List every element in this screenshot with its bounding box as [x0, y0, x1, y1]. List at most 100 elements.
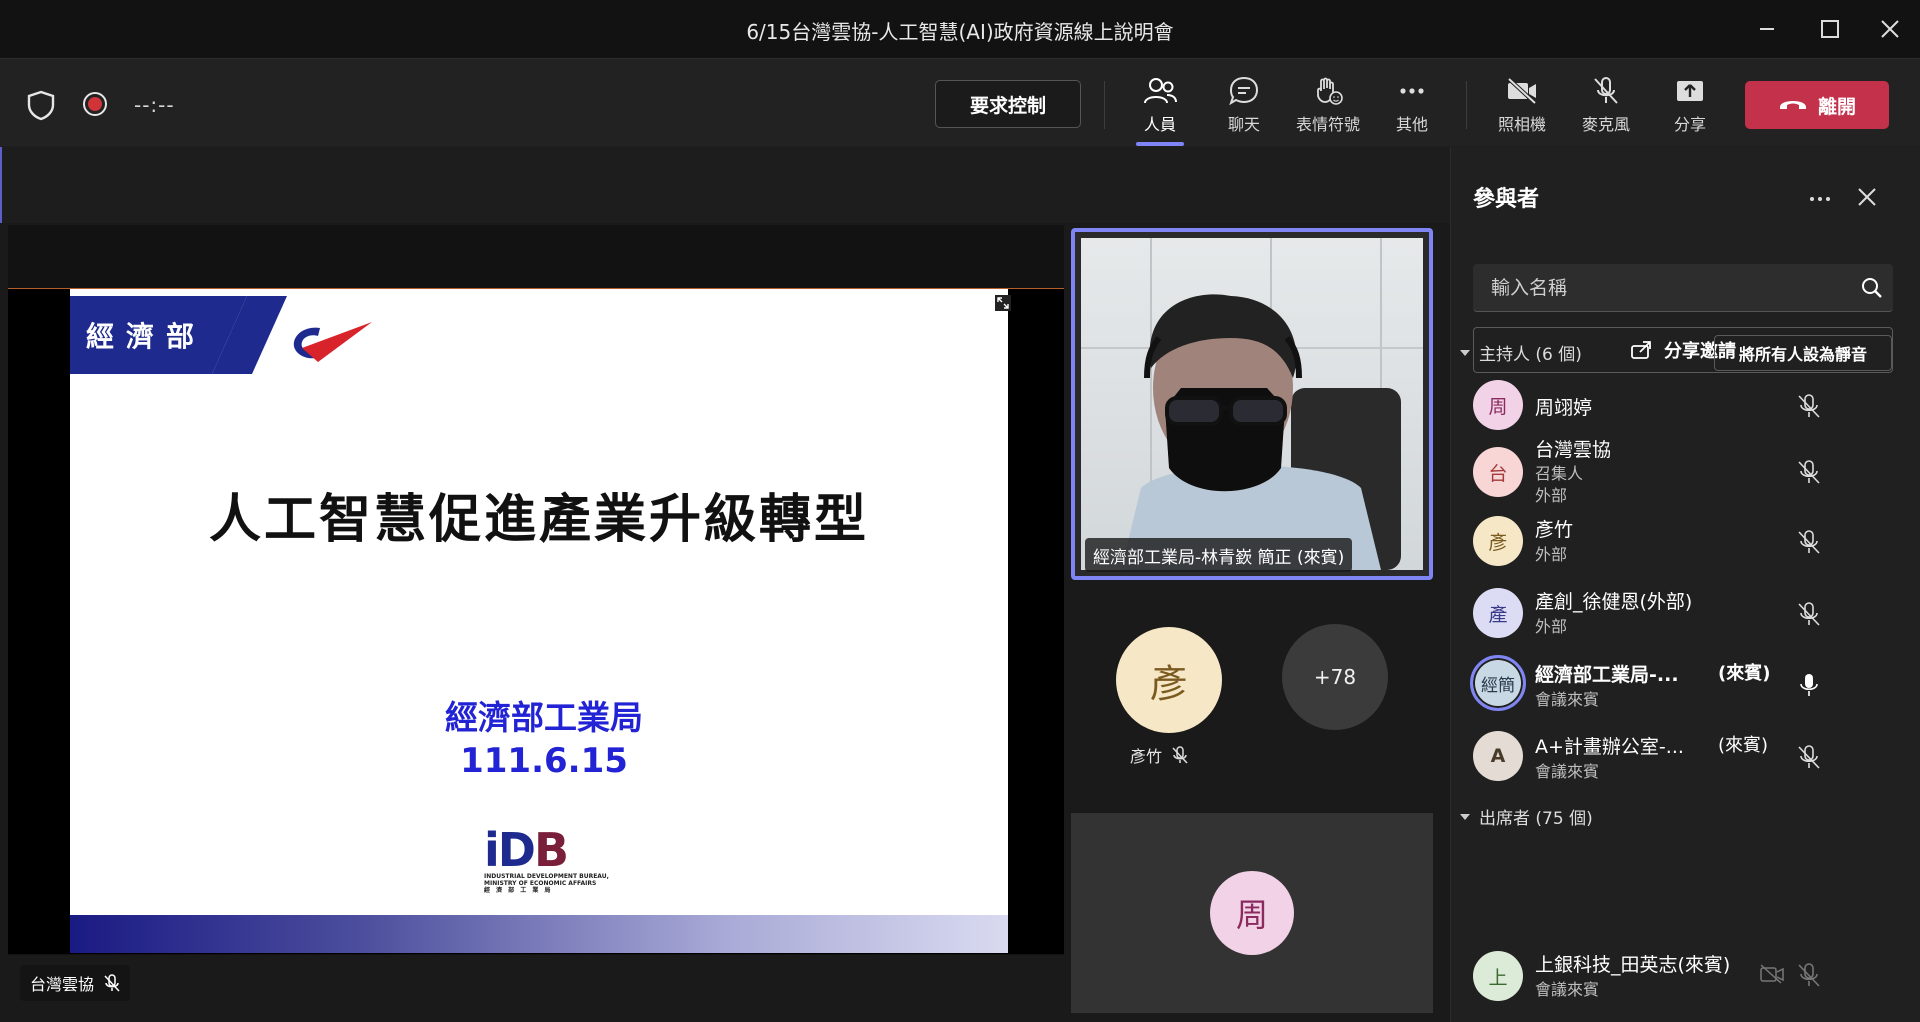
mic-off-icon	[1798, 530, 1820, 554]
leave-label: 離開	[1817, 95, 1856, 118]
participant-name: A+計畫辦公室-...	[1535, 736, 1684, 758]
minimize-icon	[1760, 28, 1774, 30]
attendees-section-header[interactable]: 出席者 (75 個)	[1459, 804, 1593, 829]
window-title: 6/15台灣雲協-人工智慧(AI)政府資源線上說明會	[746, 20, 1174, 44]
participant-row[interactable]: A A+計畫辦公室-... (來賓) 會議來賓	[1451, 724, 1920, 788]
chevron-down-icon	[1460, 349, 1470, 356]
avatar: 產	[1473, 588, 1523, 638]
close-icon	[1881, 20, 1899, 38]
participant-name: 台灣雲協	[1535, 439, 1612, 461]
leave-button[interactable]: 離開	[1745, 81, 1889, 129]
chat-button[interactable]: 聊天	[1202, 75, 1286, 141]
guest-tag: (來賓)	[1718, 735, 1769, 756]
reactions-button[interactable]: 表情符號	[1286, 75, 1370, 141]
avatar: 周	[1473, 380, 1523, 430]
close-window-button[interactable]	[1875, 14, 1905, 44]
chat-label: 聊天	[1227, 115, 1260, 134]
mic-off-icon	[1594, 77, 1618, 104]
more-label: 其他	[1395, 115, 1428, 134]
guest-tag: (來賓)	[1718, 663, 1771, 684]
more-button[interactable]: 其他	[1370, 75, 1454, 141]
avatar[interactable]: 彥	[1116, 627, 1222, 733]
meeting-toolbar: --:-- 要求控制 人員 聊天 表情符號 其他 照相機 麥克風 分享 離開	[0, 58, 1920, 146]
participant-org: 外部	[1535, 545, 1568, 564]
participant-row[interactable]: 經簡 經濟部工業局-... (來賓) 會議來賓	[1451, 652, 1920, 716]
video-tile-speaker[interactable]: 經濟部工業局-林青嶔 簡正 (來賓)	[1071, 228, 1433, 580]
participant-name: 產創_徐健恩(外部)	[1535, 591, 1693, 613]
raise-hand-icon	[1317, 77, 1343, 105]
mic-disabled-icon	[1798, 963, 1820, 987]
maximize-button[interactable]	[1815, 14, 1845, 44]
participant-row[interactable]: 彥 彥竹 外部	[1451, 509, 1920, 573]
idb-logo-mark: iDB	[484, 823, 569, 877]
more-options-icon[interactable]	[1808, 193, 1832, 205]
request-control-button[interactable]: 要求控制	[935, 80, 1081, 128]
mic-off-icon	[1798, 745, 1820, 769]
mic-off-icon	[1172, 746, 1188, 764]
speaker-video-frame	[1081, 238, 1423, 570]
participant-row[interactable]: 台 台灣雲協 召集人 外部	[1451, 439, 1920, 505]
title-bar: 6/15台灣雲協-人工智慧(AI)政府資源線上說明會	[0, 0, 1920, 58]
close-panel-icon[interactable]	[1857, 187, 1877, 207]
people-button[interactable]: 人員	[1118, 75, 1202, 141]
participant-org: 外部	[1535, 486, 1568, 505]
maximize-icon	[1821, 20, 1839, 38]
participant-row[interactable]: 產 產創_徐健恩(外部) 外部	[1451, 581, 1920, 645]
panel-title: 參與者	[1473, 187, 1540, 212]
active-tab-indicator	[1136, 142, 1184, 146]
camera-label: 照相機	[1497, 115, 1546, 134]
mic-off-icon	[1798, 602, 1820, 626]
search-input[interactable]	[1491, 274, 1831, 302]
camera-off-icon	[1507, 77, 1537, 105]
slide-title: 人工智慧促進產業升級轉型	[208, 489, 869, 550]
camera-button[interactable]: 照相機	[1480, 75, 1564, 141]
mic-off-icon	[104, 974, 120, 992]
avatar: 上	[1473, 951, 1523, 1001]
mic-on-icon	[1800, 674, 1818, 696]
participant-name: 彥竹	[1535, 519, 1574, 541]
organizers-section-header[interactable]: 主持人 (6 個)	[1459, 340, 1582, 365]
reactions-label: 表情符號	[1295, 115, 1360, 134]
presenter-name-tag: 台灣雲協	[20, 965, 131, 1001]
mic-button[interactable]: 麥克風	[1564, 75, 1648, 141]
participant-role: 會議來賓	[1535, 762, 1600, 781]
avatar: 經簡	[1470, 655, 1526, 711]
share-button[interactable]: 分享	[1648, 75, 1732, 141]
participant-tile[interactable]: 周	[1071, 813, 1433, 1013]
toolbar-divider	[1104, 81, 1105, 129]
participant-row[interactable]: 周 周翊婷	[1451, 373, 1920, 437]
mini-avatar-name: 彥竹	[1130, 747, 1163, 766]
shield-icon[interactable]	[26, 89, 56, 121]
participant-row[interactable]: 上 上銀科技_田英志(來賓) 會議來賓	[1451, 951, 1920, 1017]
moea-logo-icon	[212, 296, 372, 374]
mini-avatar-label: 彥竹	[1130, 743, 1188, 767]
meeting-timer: --:--	[134, 93, 175, 117]
search-icon[interactable]	[1861, 277, 1883, 299]
participant-name: 上銀科技_田英志(來賓)	[1535, 954, 1731, 976]
attendees-header-label: 出席者 (75 個)	[1479, 809, 1593, 829]
mic-off-icon	[1798, 460, 1820, 484]
search-box[interactable]	[1473, 264, 1893, 312]
participant-role: 召集人	[1535, 464, 1584, 483]
participants-panel: 參與者 分享邀請 主持人 (6 個) 將所有人設為靜音 周 周翊婷 台 台灣雲協…	[1450, 147, 1920, 1022]
mic-off-icon	[1798, 394, 1820, 418]
participant-role: 會議來賓	[1535, 980, 1600, 999]
minimize-button[interactable]	[1752, 14, 1782, 44]
idb-logo-sub2: MINISTRY OF ECONOMIC AFFAIRS	[484, 880, 597, 887]
overflow-participants-count[interactable]: +78	[1282, 624, 1388, 730]
more-icon	[1400, 88, 1424, 94]
mute-all-button[interactable]: 將所有人設為靜音	[1714, 335, 1892, 371]
participant-role: 會議來賓	[1535, 690, 1600, 709]
shared-slide: 經濟部 人工智慧促進產業升級轉型 經濟部工業局 111.6.15 iDB IND…	[70, 289, 1008, 953]
mic-label: 麥克風	[1581, 115, 1630, 134]
participant-name: 經濟部工業局-...	[1535, 664, 1679, 686]
slide-footer-bar	[70, 915, 1008, 953]
toolbar-divider	[1466, 81, 1467, 129]
recording-icon	[82, 91, 108, 117]
participant-name: 周翊婷	[1535, 397, 1593, 419]
video-participant-name: 經濟部工業局-林青嶔 簡正 (來賓)	[1085, 538, 1353, 572]
share-icon	[1631, 341, 1651, 359]
expand-icon[interactable]	[995, 295, 1011, 311]
share-screen-icon	[1677, 81, 1703, 101]
stage-edge	[0, 147, 2, 223]
